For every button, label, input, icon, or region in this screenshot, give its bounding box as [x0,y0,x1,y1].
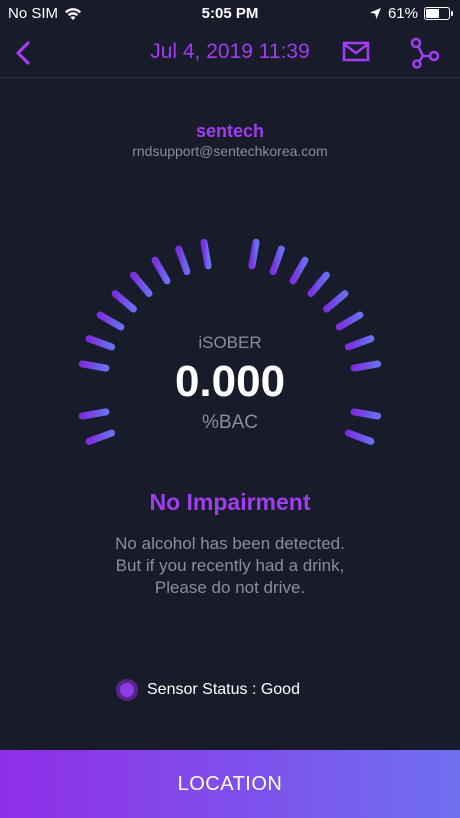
result-message-line: No alcohol has been detected. [115,534,345,553]
location-button[interactable]: LOCATION [0,750,460,818]
gauge-tick [323,290,349,313]
battery-percent: 61% [387,5,418,22]
result-message: No alcohol has been detected. But if you… [0,533,460,599]
nav-bar: Jul 4, 2019 11:39 [0,28,460,78]
gauge-tick [307,271,330,297]
gauge-tick [85,429,116,445]
account-name: sentech [195,121,265,141]
gauge-tick [96,311,125,331]
location-arrow-icon [369,8,381,19]
status-bar: No SIM 5:05 PM 61% [0,0,460,28]
gauge-tick [248,238,260,270]
sensor-status-dot-icon [116,679,138,701]
share-icon [410,37,440,69]
battery-fill [426,9,440,18]
sensor-status: Sensor Status : Good [116,679,300,701]
result-message-line: But if you recently had a drink, [115,556,345,575]
gauge-tick [335,311,364,331]
gauge-brand-label: iSOBER [198,333,262,352]
gauge-tick [200,238,212,270]
gauge-tick [269,245,285,276]
result-message-line: Please do not drive. [154,578,306,597]
sensor-status-label: Sensor Status : Good [147,681,300,698]
gauge-tick [111,290,137,313]
chevron-left-icon [16,41,30,65]
battery-icon [424,7,453,20]
result-title: No Impairment [149,489,311,515]
bac-value: 0.000 [174,357,286,406]
bac-unit: %BAC [202,412,258,433]
page-title: Jul 4, 2019 11:39 [150,40,310,63]
share-button[interactable] [408,37,440,69]
gauge-tick [175,245,191,276]
gauge-tick [289,256,309,285]
back-button[interactable] [8,36,38,70]
gauge-tick [344,429,375,445]
mail-button[interactable] [342,40,372,66]
status-right: 61% [369,5,453,22]
mail-icon [342,41,370,62]
gauge-tick [151,256,171,285]
gauge-tick [130,271,153,297]
account-email: rndsupport@sentechkorea.com [132,143,328,159]
